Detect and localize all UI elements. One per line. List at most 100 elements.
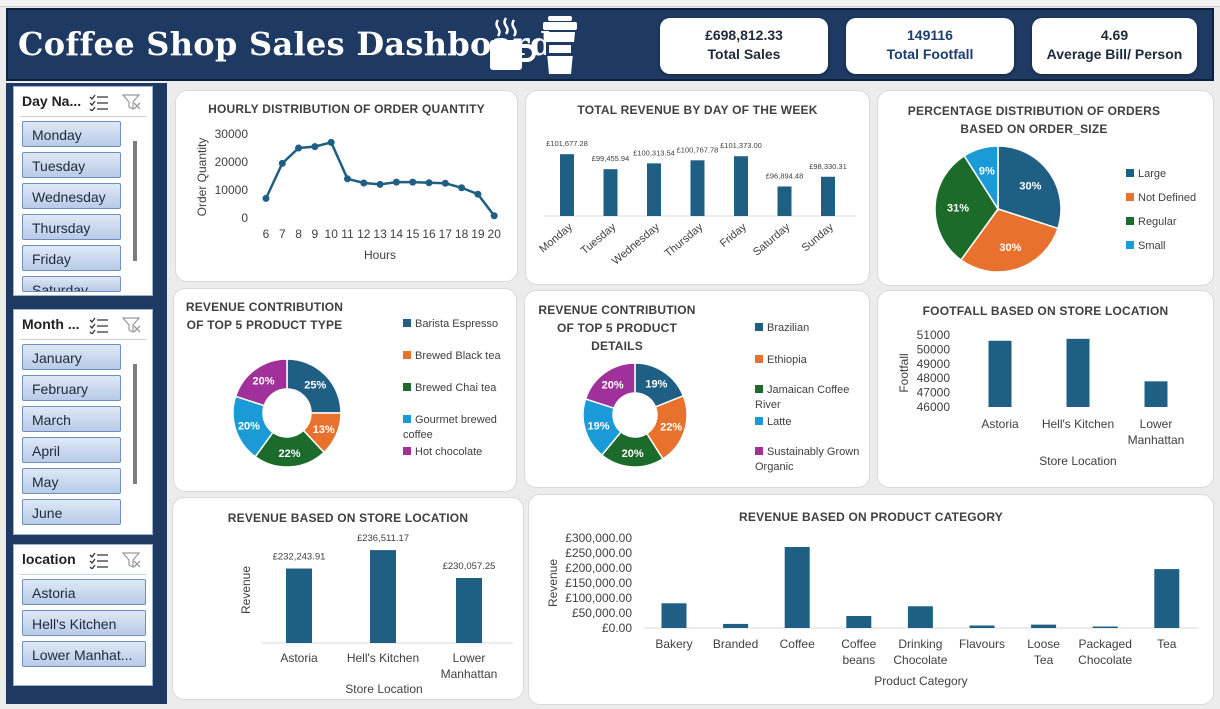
data-point <box>392 178 400 186</box>
x-tick-label: 11 <box>341 227 354 241</box>
legend-item: Brewed Black tea <box>403 349 513 364</box>
slicer-title: location <box>22 551 76 567</box>
slicer-item-friday[interactable]: Friday <box>22 245 121 271</box>
x-tick-label: Saturday <box>751 221 793 259</box>
data-label: 30% <box>999 242 1021 254</box>
legend-item: Regular <box>1126 215 1211 230</box>
slicer-item-march[interactable]: March <box>22 406 121 432</box>
bar <box>784 547 810 628</box>
x-tick-label: Bakery <box>655 637 692 651</box>
clear-filter-icon[interactable] <box>122 551 142 569</box>
data-point <box>327 138 335 146</box>
chart-revenue-by-location: REVENUE BASED ON STORE LOCATION Revenue £… <box>172 497 524 700</box>
legend-swatch <box>1126 193 1134 201</box>
y-tick-label: 30000 <box>215 127 249 141</box>
x-tick-label: Loose <box>1027 637 1060 651</box>
y-tick-label: £300,000.00 <box>565 531 632 545</box>
kpi-label: Total Footfall <box>886 46 974 62</box>
y-tick-label: 20000 <box>215 155 249 169</box>
x-tick-label: Lower <box>1140 417 1173 431</box>
x-tick-label: 18 <box>455 227 469 241</box>
multi-select-icon[interactable] <box>89 93 109 111</box>
bar <box>370 550 396 643</box>
y-axis-label: Revenue <box>546 559 560 607</box>
y-tick-label: 50000 <box>917 342 951 356</box>
y-axis-label: Footfall <box>897 353 911 392</box>
category-bar-chart: £0.00£50,000.00£100,000.00£150,000.00£20… <box>546 531 1199 688</box>
slicer-item-february[interactable]: February <box>22 375 121 401</box>
slicer-item-thursday[interactable]: Thursday <box>22 214 121 240</box>
bar <box>846 615 872 628</box>
multi-select-icon[interactable] <box>89 551 109 569</box>
x-tick-label: 6 <box>263 227 270 241</box>
data-label: 19% <box>587 421 609 433</box>
legend-swatch <box>403 351 411 359</box>
clear-filter-icon[interactable] <box>122 93 142 111</box>
bar <box>456 577 482 643</box>
legend-item: Ethiopia <box>755 353 867 368</box>
slicer-scrollbar[interactable] <box>133 364 137 484</box>
legend-swatch <box>755 355 763 363</box>
data-point <box>311 143 319 151</box>
data-label: £230,057.25 <box>443 561 496 572</box>
y-tick-label: 48000 <box>917 371 951 385</box>
x-tick-label: Coffee <box>841 637 876 651</box>
bar <box>603 169 618 216</box>
data-point <box>344 175 351 183</box>
slicer-scrollbar[interactable] <box>133 141 137 261</box>
x-tick-label: Hell's Kitchen <box>347 651 419 665</box>
data-point <box>360 179 368 187</box>
x-tick-label: Hell's Kitchen <box>1042 417 1114 431</box>
x-tick-label: 15 <box>406 227 420 241</box>
legend-swatch <box>403 415 411 423</box>
chart-top5-product-details: REVENUE CONTRIBUTION OF TOP 5 PRODUCT DE… <box>524 290 870 488</box>
slicer-item-tuesday[interactable]: Tuesday <box>22 152 121 178</box>
x-tick-label: 13 <box>373 227 387 241</box>
data-label: 25% <box>304 380 326 392</box>
chart-revenue-by-day: TOTAL REVENUE BY DAY OF THE WEEK £101,67… <box>525 90 870 285</box>
order-size-pie: 30% 30% 31% 9% <box>934 145 1062 273</box>
kpi-label: Total Sales <box>707 46 781 62</box>
y-tick-label: £150,000.00 <box>565 576 632 590</box>
chart-footfall-by-location: FOOTFALL BASED ON STORE LOCATION 46000 47… <box>877 290 1214 488</box>
chart-revenue-by-category: REVENUE BASED ON PRODUCT CATEGORY £0.00 £… <box>528 494 1214 705</box>
x-tick-label: Tea <box>1034 653 1054 667</box>
slicer-item-may[interactable]: May <box>22 468 121 494</box>
chart-top5-product-type: REVENUE CONTRIBUTION OF TOP 5 PRODUCT TY… <box>173 288 517 492</box>
slicer-item-june[interactable]: June <box>22 499 121 525</box>
slicer-item-january[interactable]: January <box>22 344 121 370</box>
legend-item: Sustainably Grown Organic <box>755 445 867 475</box>
clear-filter-icon[interactable] <box>122 316 142 334</box>
slicer-item-lower-manhattan[interactable]: Lower Manhat... <box>22 641 146 667</box>
x-tick-label: Drinking <box>898 637 942 651</box>
slicer-item-monday[interactable]: Monday <box>22 121 121 147</box>
slicer-item-saturday[interactable]: Saturday <box>22 276 121 292</box>
legend-label: Small <box>1138 240 1166 252</box>
x-tick-label: Astoria <box>280 651 318 665</box>
x-tick-label: Chocolate <box>893 653 947 667</box>
legend-item: Small <box>1126 239 1211 254</box>
x-tick-label: Manhattan <box>441 667 498 681</box>
legend-swatch <box>755 447 763 455</box>
bar <box>988 340 1012 407</box>
slicer-item-april[interactable]: April <box>22 437 121 463</box>
legend-label: Brewed Chai tea <box>415 382 497 394</box>
x-tick-label: 16 <box>422 227 436 241</box>
legend-label: Sustainably Grown Organic <box>755 446 860 473</box>
bar <box>690 160 705 216</box>
slicer-item-wednesday[interactable]: Wednesday <box>22 183 121 209</box>
multi-select-icon[interactable] <box>89 316 109 334</box>
legend-swatch <box>403 319 411 327</box>
legend-swatch <box>755 417 763 425</box>
slicer-item-astoria[interactable]: Astoria <box>22 579 146 605</box>
y-tick-label: 0 <box>241 211 248 225</box>
series-line <box>264 140 496 217</box>
y-tick-label: £250,000.00 <box>565 546 632 560</box>
data-label: £101,373.00 <box>720 141 762 150</box>
legend-label: Hot chocolate <box>415 446 483 458</box>
x-tick-label: Friday <box>718 221 750 250</box>
x-tick-label: Flavours <box>959 637 1005 651</box>
data-point <box>295 144 303 152</box>
slicer-item-hells-kitchen[interactable]: Hell's Kitchen <box>22 610 146 636</box>
x-tick-label: beans <box>842 653 875 667</box>
